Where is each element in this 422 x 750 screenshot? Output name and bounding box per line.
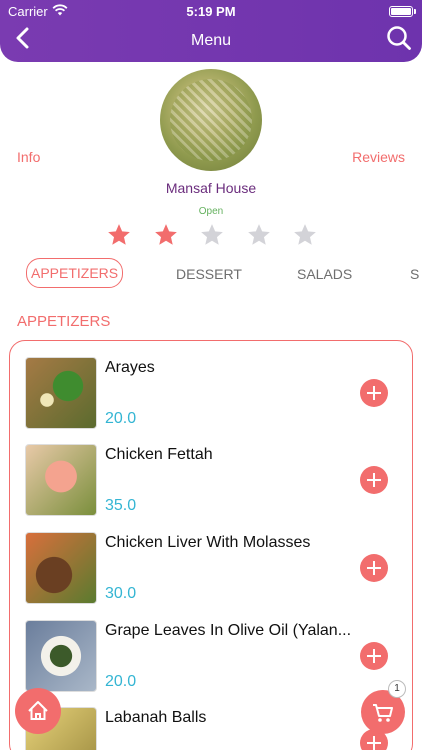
list-item[interactable]: Grape Leaves In Olive Oil (Yalan... 20.0 [25, 620, 405, 694]
item-price: 20.0 [105, 673, 137, 690]
list-item[interactable]: Arayes 20.0 [25, 357, 405, 431]
item-name: Chicken Liver With Molasses [105, 534, 311, 551]
item-thumbnail [25, 620, 97, 692]
add-to-cart-button[interactable] [360, 379, 388, 407]
item-price: 30.0 [105, 585, 137, 602]
category-tabs: APPETIZERS DESSERT SALADS S [26, 258, 422, 290]
list-item[interactable]: Chicken Liver With Molasses 30.0 [25, 532, 405, 606]
top-bar: Carrier 5:19 PM Menu [0, 0, 422, 62]
home-icon [28, 701, 48, 720]
star-icon[interactable] [106, 222, 132, 248]
status-bar: Carrier 5:19 PM [0, 3, 422, 19]
item-thumbnail [25, 532, 97, 604]
item-price: 20.0 [105, 410, 137, 427]
home-button[interactable] [15, 688, 61, 734]
restaurant-avatar [160, 69, 262, 171]
info-link[interactable]: Info [17, 149, 40, 165]
tab-dessert[interactable]: DESSERT [172, 260, 246, 288]
add-to-cart-button[interactable] [360, 554, 388, 582]
star-icon[interactable] [292, 222, 318, 248]
cart-count-badge: 1 [388, 680, 406, 698]
item-price: 35.0 [105, 497, 137, 514]
list-item[interactable]: Labanah Balls [25, 707, 405, 750]
add-to-cart-button[interactable] [360, 642, 388, 670]
status-time: 5:19 PM [186, 4, 236, 19]
restaurant-status: Open [198, 206, 224, 217]
battery-icon [389, 6, 416, 17]
item-name: Grape Leaves In Olive Oil (Yalan... [105, 622, 352, 639]
section-title: APPETIZERS [17, 313, 111, 330]
star-icon[interactable] [246, 222, 272, 248]
tab-more[interactable]: S [406, 260, 422, 288]
restaurant-name: Mansaf House [165, 180, 257, 196]
rating-stars [106, 222, 318, 250]
tab-appetizers[interactable]: APPETIZERS [26, 258, 124, 288]
search-icon[interactable] [386, 25, 412, 51]
star-icon[interactable] [199, 222, 225, 248]
page-title: Menu [190, 32, 232, 49]
star-icon[interactable] [153, 222, 179, 248]
item-name: Chicken Fettah [105, 446, 213, 463]
list-item[interactable]: Chicken Fettah 35.0 [25, 444, 405, 518]
item-thumbnail [25, 444, 97, 516]
menu-list: Arayes 20.0 Chicken Fettah 35.0 Chicken … [9, 340, 413, 750]
item-thumbnail [25, 357, 97, 429]
item-name: Labanah Balls [105, 709, 207, 726]
reviews-link[interactable]: Reviews [352, 149, 405, 165]
add-to-cart-button[interactable] [360, 466, 388, 494]
item-name: Arayes [105, 359, 155, 376]
tab-salads[interactable]: SALADS [293, 260, 356, 288]
